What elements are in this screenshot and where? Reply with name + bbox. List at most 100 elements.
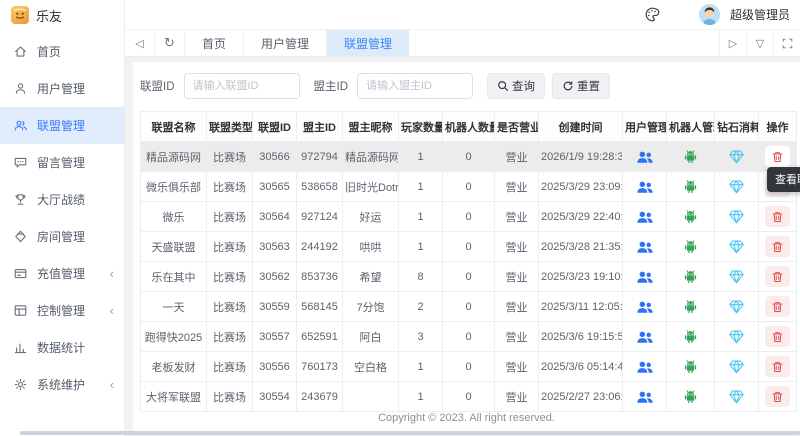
sidebar-item-data-statistics[interactable]: 数据统计 — [0, 329, 124, 366]
diamond-consume-icon[interactable] — [728, 359, 745, 374]
sidebar-item-label: 联盟管理 — [37, 119, 86, 133]
sidebar-item-control-management[interactable]: 控制管理 ‹ — [0, 292, 124, 329]
delete-button[interactable] — [765, 206, 790, 227]
cell-league-id: 30557 — [252, 321, 297, 352]
tab-0[interactable]: 首页 — [185, 30, 245, 56]
cell-players: 1 — [398, 171, 443, 202]
user-management-icon[interactable] — [636, 299, 654, 315]
cell-robot-management — [666, 171, 715, 202]
cell-created: 2025/3/29 23:09:48 — [538, 171, 623, 202]
robot-management-icon[interactable] — [682, 268, 699, 285]
diamond-consume-icon[interactable] — [728, 179, 745, 194]
cell-type: 比赛场 — [206, 381, 253, 412]
tab-bar-controls: ▷ ▽ — [719, 30, 800, 56]
cell-diamond-consume — [714, 351, 759, 382]
cell-user-management — [622, 201, 667, 232]
delete-button[interactable] — [765, 386, 790, 407]
delete-button[interactable] — [765, 356, 790, 377]
table-row: 乐在其中比赛场30562853736希望80营业2025/3/23 19:10:… — [140, 261, 797, 292]
league-id-input[interactable] — [183, 72, 300, 99]
delete-button[interactable] — [765, 236, 790, 257]
cell-status: 营业 — [494, 261, 539, 292]
cell-owner-nick: 精品源码网 — [342, 141, 399, 172]
diamond-consume-icon[interactable] — [728, 389, 745, 404]
tab-1[interactable]: 用户管理 — [244, 30, 328, 56]
sidebar-item-recharge-management[interactable]: 充值管理 ‹ — [0, 255, 124, 292]
nav-refresh-icon[interactable]: ↻ — [155, 30, 185, 56]
sidebar-item-alliance-management[interactable]: 联盟管理 — [0, 107, 124, 144]
cell-type: 比赛场 — [206, 231, 253, 262]
table-row: 天盛联盟比赛场30563244192哄哄10营业2025/3/28 21:35:… — [140, 231, 797, 262]
tabs-dropdown-icon[interactable]: ▽ — [746, 30, 773, 56]
cell-diamond-consume — [714, 291, 759, 322]
cell-owner-nick: 旧时光Dotre — [342, 171, 399, 202]
cell-delete — [758, 291, 797, 322]
robot-management-icon[interactable] — [682, 388, 699, 405]
theme-palette-icon[interactable] — [644, 6, 661, 23]
trash-icon — [771, 240, 784, 254]
sidebar-item-label: 控制管理 — [37, 304, 86, 318]
search-button[interactable]: 查询 — [487, 72, 545, 99]
cell-robots: 0 — [442, 201, 495, 232]
table-body: 精品源码网 比赛场 30566 972794 精品源码网 1 0 营业 2026/1/9 19:… — [140, 141, 797, 412]
robot-management-icon[interactable] — [682, 358, 699, 375]
diamond-consume-icon[interactable] — [728, 329, 745, 344]
user-management-icon[interactable] — [636, 209, 654, 225]
sidebar-item-system-maintenance[interactable]: 系统维护 ‹ — [0, 366, 124, 403]
delete-button[interactable] — [765, 296, 790, 317]
user-management-icon[interactable] — [636, 239, 654, 255]
delete-button[interactable] — [765, 146, 790, 167]
user-management-icon[interactable] — [636, 149, 654, 165]
fullscreen-icon[interactable] — [773, 30, 800, 56]
robot-management-icon[interactable] — [682, 298, 699, 315]
cell-status: 营业 — [494, 141, 539, 172]
diamond-consume-icon[interactable] — [728, 269, 745, 284]
nav-back-icon[interactable]: ◁ — [125, 30, 155, 56]
user-management-icon[interactable] — [636, 389, 654, 405]
app-logo-icon — [11, 6, 29, 24]
diamond-consume-icon[interactable] — [728, 209, 745, 224]
user-management-icon[interactable] — [636, 179, 654, 195]
sidebar-item-hall-records[interactable]: 大厅战绩 — [0, 181, 124, 218]
cell-status: 营业 — [494, 171, 539, 202]
delete-button[interactable] — [765, 326, 790, 347]
cell-league-id: 30562 — [252, 261, 297, 292]
owner-id-input[interactable] — [357, 72, 473, 99]
cell-league-id: 30564 — [252, 201, 297, 232]
robot-management-icon[interactable] — [682, 208, 699, 225]
sidebar-item-user-management[interactable]: 用户管理 — [0, 70, 124, 107]
robot-management-icon[interactable] — [682, 148, 699, 165]
cell-robot-management — [666, 291, 715, 322]
delete-button[interactable] — [765, 266, 790, 287]
cell-owner-nick: 好运 — [342, 201, 399, 232]
sidebar-item-room-management[interactable]: 房间管理 — [0, 218, 124, 255]
user-management-icon[interactable] — [636, 329, 654, 345]
horizontal-scrollbar[interactable] — [20, 431, 800, 435]
cell-owner-id: 853736 — [296, 261, 343, 292]
diamond-consume-icon[interactable] — [728, 239, 745, 254]
reset-button[interactable]: 重置 — [552, 72, 610, 99]
admin-name[interactable]: 超级管理员 — [730, 6, 790, 23]
sidebar-item-home[interactable]: 首页 — [0, 33, 124, 70]
table-header-row: 联盟名称 联盟类型 联盟ID 盟主ID 盟主昵称 玩家数量 机器人数量 是否营业 创建时间 用户管… — [140, 111, 797, 142]
cell-created: 2025/3/6 05:14:40 — [538, 351, 623, 382]
cell-diamond-consume — [714, 201, 759, 232]
cell-name: 精品源码网 — [140, 141, 207, 172]
nav-forward-icon[interactable]: ▷ — [719, 30, 746, 56]
robot-management-icon[interactable] — [682, 178, 699, 195]
filter-bar: 联盟ID 盟主ID 查询 重置 — [140, 72, 800, 99]
robot-management-icon[interactable] — [682, 238, 699, 255]
sidebar-item-message-management[interactable]: 留言管理 — [0, 144, 124, 181]
user-management-icon[interactable] — [636, 359, 654, 375]
diamond-consume-icon[interactable] — [728, 149, 745, 164]
cell-owner-id: 244192 — [296, 231, 343, 262]
robot-management-icon[interactable] — [682, 328, 699, 345]
open-tabs: 首页 用户管理 联盟管理 — [185, 30, 410, 56]
user-management-icon[interactable] — [636, 269, 654, 285]
sidebar-item-label: 首页 — [37, 45, 62, 59]
user-avatar[interactable] — [698, 4, 720, 25]
cell-league-id: 30556 — [252, 351, 297, 382]
diamond-consume-icon[interactable] — [728, 299, 745, 314]
tab-active[interactable]: 联盟管理 — [327, 30, 410, 56]
sidebar-item-label: 充值管理 — [37, 267, 86, 281]
